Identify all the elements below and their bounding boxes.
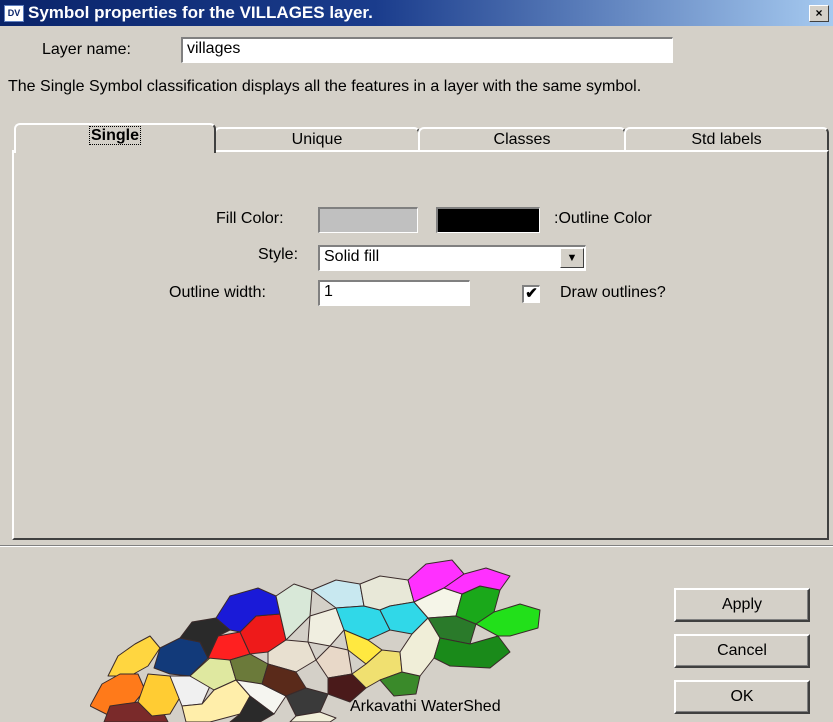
layer-name-input[interactable]: villages: [181, 37, 673, 63]
draw-outlines-label: Draw outlines?: [560, 284, 666, 301]
outline-width-input[interactable]: 1: [318, 280, 470, 306]
outline-color-swatch[interactable]: [436, 207, 540, 233]
checkmark-icon: ✔: [525, 285, 538, 302]
tab-single-label: Single: [88, 126, 142, 145]
separator: [0, 545, 833, 547]
ok-button[interactable]: OK: [674, 680, 810, 714]
close-icon[interactable]: ×: [809, 5, 829, 22]
layer-name-label: Layer name:: [42, 41, 131, 58]
single-tab-panel: [12, 150, 829, 540]
title-bar: DV Symbol properties for the VILLAGES la…: [0, 0, 833, 26]
style-select-value: Solid fill: [324, 248, 380, 265]
fill-color-label: Fill Color:: [216, 210, 284, 227]
tab-strip: Single Unique Classes Std labels: [14, 123, 829, 153]
chevron-down-icon[interactable]: ▼: [560, 248, 584, 268]
apply-button[interactable]: Apply: [674, 588, 810, 622]
tab-classes[interactable]: Classes: [418, 127, 626, 151]
tab-std-labels-label: Std labels: [691, 131, 762, 148]
cancel-button[interactable]: Cancel: [674, 634, 810, 668]
tab-single[interactable]: Single: [14, 123, 216, 153]
map-caption: Arkavathi WaterShed: [350, 698, 501, 715]
fill-color-swatch[interactable]: [318, 207, 418, 233]
outline-width-label: Outline width:: [169, 284, 266, 301]
tab-unique-label: Unique: [291, 131, 343, 148]
tab-unique[interactable]: Unique: [214, 127, 420, 151]
style-label: Style:: [258, 246, 299, 263]
watershed-preview-map: Arkavathi WaterShed: [90, 559, 541, 722]
tab-classes-label: Classes: [493, 131, 551, 148]
window-title: Symbol properties for the VILLAGES layer…: [28, 3, 373, 22]
app-icon: DV: [4, 5, 24, 22]
tab-std-labels[interactable]: Std labels: [624, 127, 829, 151]
classification-description: The Single Symbol classification display…: [8, 78, 642, 95]
style-select[interactable]: Solid fill ▼: [318, 245, 586, 271]
outline-color-label: :Outline Color: [554, 210, 652, 227]
draw-outlines-checkbox[interactable]: ✔: [522, 285, 540, 303]
